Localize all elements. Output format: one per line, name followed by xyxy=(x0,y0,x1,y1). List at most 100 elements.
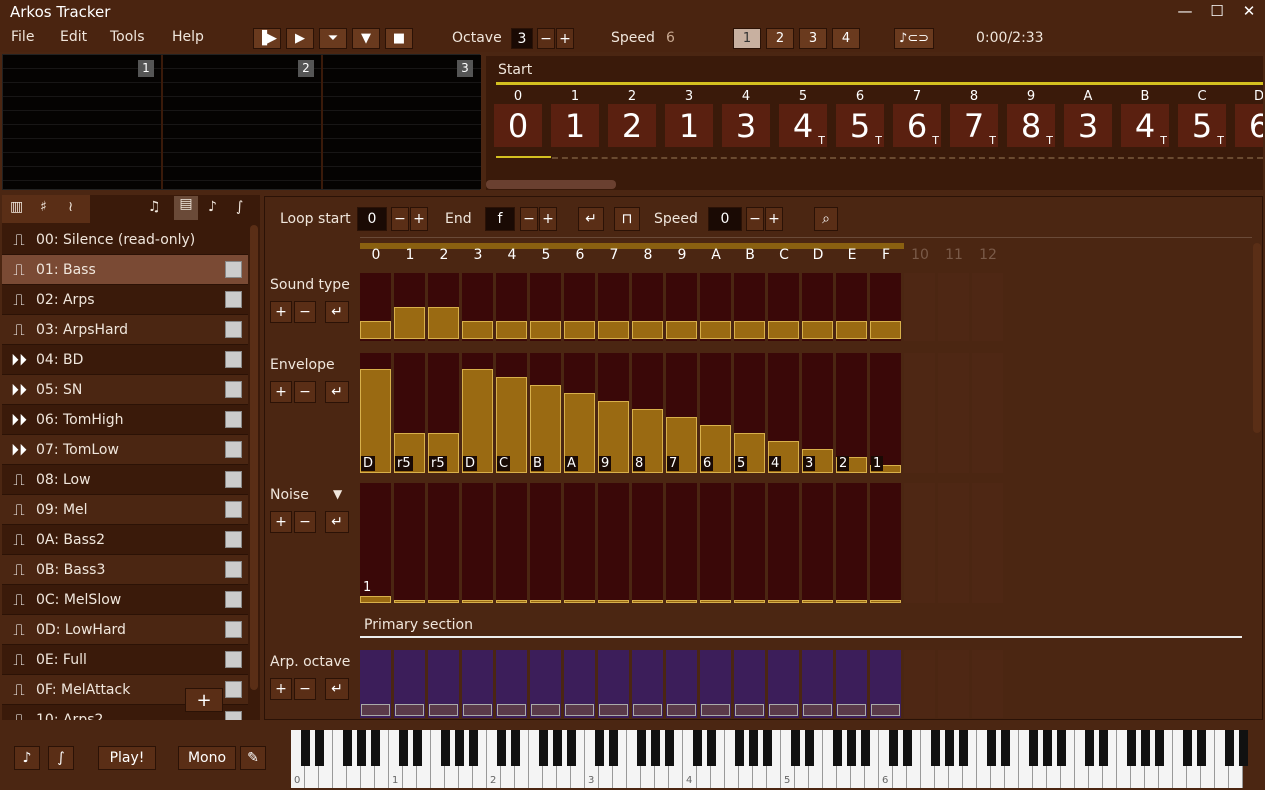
arp-octave-cell[interactable] xyxy=(870,650,901,718)
arpeggio-icon[interactable]: ♪ xyxy=(14,746,40,770)
remove-row-button[interactable]: − xyxy=(294,301,316,323)
arp-octave-cell[interactable] xyxy=(530,650,561,718)
loop-row-icon[interactable]: ↵ xyxy=(325,381,349,403)
instrument-color-swatch[interactable] xyxy=(225,501,242,518)
piano-black-key[interactable] xyxy=(1239,730,1248,766)
piano-black-key[interactable] xyxy=(763,730,772,766)
piano-black-key[interactable] xyxy=(1043,730,1052,766)
envelope-cell[interactable] xyxy=(938,353,969,473)
piano-black-key[interactable] xyxy=(567,730,576,766)
noise-cell[interactable] xyxy=(836,483,867,603)
zoom-icon[interactable]: ⌕ xyxy=(814,207,838,231)
instrument-row[interactable]: ⎍ 01: Bass xyxy=(2,255,248,285)
play-from-start-button[interactable]: ▐▶ xyxy=(253,28,281,49)
sequence-position[interactable]: 8T xyxy=(1007,104,1055,147)
arp-octave-cell[interactable] xyxy=(496,650,527,718)
piano-black-key[interactable] xyxy=(455,730,464,766)
sound-type-cell[interactable] xyxy=(836,273,867,341)
noise-cell[interactable] xyxy=(632,483,663,603)
piano-black-key[interactable] xyxy=(847,730,856,766)
instrument-row[interactable]: ⏵⏵ 06: TomHigh xyxy=(2,405,248,435)
noise-cell[interactable]: 1 xyxy=(360,483,391,603)
channel-number[interactable]: 2 xyxy=(298,60,314,77)
envelope-cell[interactable]: D xyxy=(360,353,391,473)
channel-number[interactable]: 3 xyxy=(457,60,473,77)
arp-octave-cell[interactable] xyxy=(768,650,799,718)
sequence-position[interactable]: 7T xyxy=(950,104,998,147)
sequence-position[interactable]: 0 xyxy=(494,104,542,147)
menu-file[interactable]: File xyxy=(11,29,34,45)
sound-type-cell[interactable] xyxy=(496,273,527,341)
end-minus[interactable]: − xyxy=(520,207,538,231)
instrument-color-swatch[interactable] xyxy=(225,561,242,578)
envelope-cell[interactable]: 7 xyxy=(666,353,697,473)
arp-octave-cell[interactable] xyxy=(836,650,867,718)
loop-start-plus[interactable]: + xyxy=(410,207,428,231)
wrench-icon[interactable]: ✎ xyxy=(240,746,266,770)
noise-cell[interactable] xyxy=(428,483,459,603)
arp-octave-cell[interactable] xyxy=(972,650,1003,718)
instrument-color-swatch[interactable] xyxy=(225,591,242,608)
envelope-cell[interactable]: B xyxy=(530,353,561,473)
piano-black-key[interactable] xyxy=(959,730,968,766)
sound-type-cell[interactable] xyxy=(870,273,901,341)
sequence-position[interactable]: 5T xyxy=(836,104,884,147)
arpeggio-editor-icon[interactable]: ♪ xyxy=(208,199,217,215)
editor-speed-field[interactable]: 0 xyxy=(708,207,742,231)
arp-octave-cell[interactable] xyxy=(564,650,595,718)
arp-octave-cell[interactable] xyxy=(360,650,391,718)
arp-octave-cell[interactable] xyxy=(632,650,663,718)
envelope-cell[interactable]: 8 xyxy=(632,353,663,473)
octave-field[interactable]: 3 xyxy=(511,28,533,49)
pitch-icon[interactable]: ∫ xyxy=(48,746,74,770)
loop-row-icon[interactable]: ↵ xyxy=(325,678,349,700)
noise-cell[interactable] xyxy=(666,483,697,603)
editor-scrollbar[interactable] xyxy=(1253,243,1261,433)
sound-type-cell[interactable] xyxy=(360,273,391,341)
sound-type-cell[interactable] xyxy=(428,273,459,341)
arp-octave-cell[interactable] xyxy=(462,650,493,718)
envelope-cell[interactable]: 9 xyxy=(598,353,629,473)
piano-black-key[interactable] xyxy=(707,730,716,766)
octave-plus[interactable]: + xyxy=(556,28,574,49)
sound-type-cell[interactable] xyxy=(598,273,629,341)
instrument-color-swatch[interactable] xyxy=(225,711,242,720)
noise-cell[interactable] xyxy=(904,483,935,603)
piano-black-key[interactable] xyxy=(735,730,744,766)
editor-speed-minus[interactable]: − xyxy=(746,207,764,231)
piano-black-key[interactable] xyxy=(315,730,324,766)
sound-type-cell[interactable] xyxy=(904,273,935,341)
playhead-marker[interactable] xyxy=(496,156,551,158)
instrument-row[interactable]: ⎍ 09: Mel xyxy=(2,495,248,525)
play-pattern-button[interactable]: ⏷ xyxy=(319,28,347,49)
piano-black-key[interactable] xyxy=(749,730,758,766)
instrument-color-swatch[interactable] xyxy=(225,621,242,638)
noise-cell[interactable] xyxy=(462,483,493,603)
noise-cell[interactable] xyxy=(564,483,595,603)
piano-black-key[interactable] xyxy=(441,730,450,766)
instrument-row[interactable]: ⏵⏵ 04: BD xyxy=(2,345,248,375)
instrument-color-swatch[interactable] xyxy=(225,381,242,398)
instrument-color-swatch[interactable] xyxy=(225,291,242,308)
piano-black-key[interactable] xyxy=(553,730,562,766)
sound-type-cell[interactable] xyxy=(802,273,833,341)
piano-black-key[interactable] xyxy=(1127,730,1136,766)
page-2-button[interactable]: 2 xyxy=(766,28,794,49)
menu-help[interactable]: Help xyxy=(172,29,204,45)
end-plus[interactable]: + xyxy=(539,207,557,231)
piano-black-key[interactable] xyxy=(539,730,548,766)
piano-black-key[interactable] xyxy=(469,730,478,766)
piano-black-key[interactable] xyxy=(1183,730,1192,766)
piano-black-key[interactable] xyxy=(1029,730,1038,766)
piano-black-key[interactable] xyxy=(833,730,842,766)
end-field[interactable]: f xyxy=(485,207,515,231)
instrument-color-swatch[interactable] xyxy=(225,651,242,668)
play-line-button[interactable]: ▼ xyxy=(352,28,380,49)
piano-black-key[interactable] xyxy=(903,730,912,766)
channel-number[interactable]: 1 xyxy=(138,60,154,77)
maximize-button[interactable]: ☐ xyxy=(1204,2,1230,22)
loop-start-minus[interactable]: − xyxy=(391,207,409,231)
sequence-position[interactable]: 1 xyxy=(665,104,713,147)
envelope-cell[interactable]: 3 xyxy=(802,353,833,473)
instrument-list-icon[interactable]: ▥ xyxy=(10,199,23,215)
